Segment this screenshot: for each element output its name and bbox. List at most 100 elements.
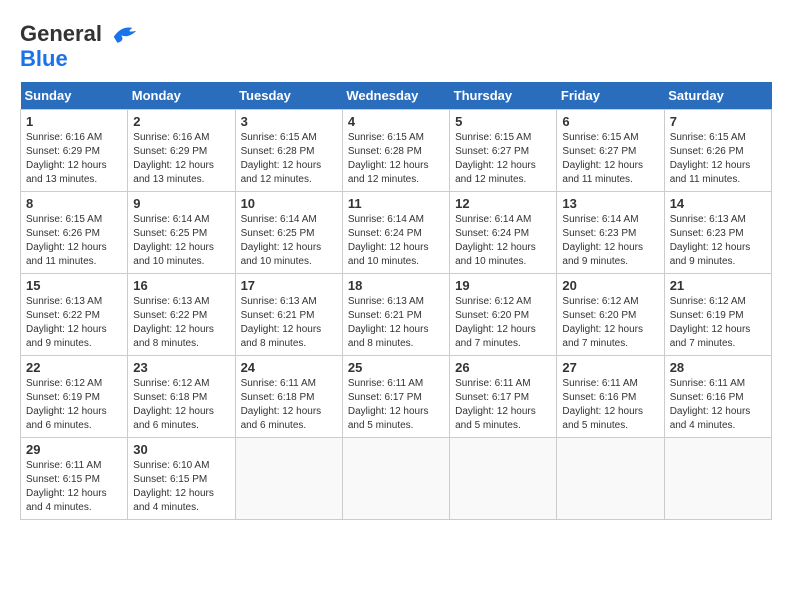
day-number: 13 <box>562 196 658 211</box>
calendar-day-cell: 11 Sunrise: 6:14 AMSunset: 6:24 PMDayligh… <box>342 192 449 274</box>
day-info: Sunrise: 6:12 AMSunset: 6:20 PMDaylight:… <box>455 295 551 351</box>
day-info: Sunrise: 6:16 AMSunset: 6:29 PMDaylight:… <box>26 131 122 187</box>
day-info: Sunrise: 6:11 AMSunset: 6:18 PMDaylight:… <box>241 377 337 433</box>
day-info: Sunrise: 6:13 AMSunset: 6:22 PMDaylight:… <box>133 295 229 351</box>
day-of-week-header: Saturday <box>664 82 771 110</box>
day-number: 20 <box>562 278 658 293</box>
day-number: 18 <box>348 278 444 293</box>
calendar-day-cell: 19 Sunrise: 6:12 AMSunset: 6:20 PMDayligh… <box>450 274 557 356</box>
day-info: Sunrise: 6:11 AMSunset: 6:16 PMDaylight:… <box>562 377 658 433</box>
day-number: 2 <box>133 114 229 129</box>
calendar-day-cell: 21 Sunrise: 6:12 AMSunset: 6:19 PMDayligh… <box>664 274 771 356</box>
calendar-day-cell: 28 Sunrise: 6:11 AMSunset: 6:16 PMDayligh… <box>664 356 771 438</box>
day-number: 3 <box>241 114 337 129</box>
day-number: 22 <box>26 360 122 375</box>
calendar-day-cell: 26 Sunrise: 6:11 AMSunset: 6:17 PMDayligh… <box>450 356 557 438</box>
day-number: 19 <box>455 278 551 293</box>
calendar-day-cell <box>557 438 664 520</box>
calendar-day-cell <box>235 438 342 520</box>
calendar-day-cell: 9 Sunrise: 6:14 AMSunset: 6:25 PMDaylight… <box>128 192 235 274</box>
day-number: 9 <box>133 196 229 211</box>
calendar-table: SundayMondayTuesdayWednesdayThursdayFrid… <box>20 82 772 520</box>
day-number: 7 <box>670 114 766 129</box>
calendar-day-cell: 17Sunrise: 6:13 AMSunset: 6:21 PMDayligh… <box>235 274 342 356</box>
day-number: 28 <box>670 360 766 375</box>
calendar-day-cell: 22 Sunrise: 6:12 AMSunset: 6:19 PMDayligh… <box>21 356 128 438</box>
calendar-day-cell: 27 Sunrise: 6:11 AMSunset: 6:16 PMDayligh… <box>557 356 664 438</box>
day-number: 1 <box>26 114 122 129</box>
day-info: Sunrise: 6:12 AMSunset: 6:19 PMDaylight:… <box>26 377 122 433</box>
day-of-week-header: Thursday <box>450 82 557 110</box>
day-of-week-header: Friday <box>557 82 664 110</box>
calendar-day-cell: 23Sunrise: 6:12 AMSunset: 6:18 PMDayligh… <box>128 356 235 438</box>
day-number: 4 <box>348 114 444 129</box>
calendar-day-cell: 14 Sunrise: 6:13 AMSunset: 6:23 PMDayligh… <box>664 192 771 274</box>
day-of-week-header: Tuesday <box>235 82 342 110</box>
calendar-week-row: 22 Sunrise: 6:12 AMSunset: 6:19 PMDayligh… <box>21 356 772 438</box>
day-number: 10 <box>241 196 337 211</box>
calendar-week-row: 1 Sunrise: 6:16 AMSunset: 6:29 PMDaylight… <box>21 110 772 192</box>
calendar-day-cell <box>664 438 771 520</box>
day-info: Sunrise: 6:16 AMSunset: 6:29 PMDaylight:… <box>133 131 229 187</box>
calendar-day-cell: 16 Sunrise: 6:13 AMSunset: 6:22 PMDayligh… <box>128 274 235 356</box>
logo-bird-icon <box>110 20 140 50</box>
calendar-day-cell: 8 Sunrise: 6:15 AMSunset: 6:26 PMDaylight… <box>21 192 128 274</box>
header-row: SundayMondayTuesdayWednesdayThursdayFrid… <box>21 82 772 110</box>
day-info: Sunrise: 6:13 AMSunset: 6:23 PMDaylight:… <box>670 213 766 269</box>
calendar-day-cell: 3 Sunrise: 6:15 AMSunset: 6:28 PMDaylight… <box>235 110 342 192</box>
calendar-day-cell <box>450 438 557 520</box>
day-number: 29 <box>26 442 122 457</box>
calendar-body: 1 Sunrise: 6:16 AMSunset: 6:29 PMDaylight… <box>21 110 772 520</box>
day-number: 26 <box>455 360 551 375</box>
day-info: Sunrise: 6:15 AMSunset: 6:27 PMDaylight:… <box>455 131 551 187</box>
day-number: 16 <box>133 278 229 293</box>
day-number: 30 <box>133 442 229 457</box>
day-number: 17 <box>241 278 337 293</box>
day-number: 24 <box>241 360 337 375</box>
day-info: Sunrise: 6:13 AMSunset: 6:22 PMDaylight:… <box>26 295 122 351</box>
calendar-day-cell: 20 Sunrise: 6:12 AMSunset: 6:20 PMDayligh… <box>557 274 664 356</box>
day-of-week-header: Monday <box>128 82 235 110</box>
calendar-day-cell: 24 Sunrise: 6:11 AMSunset: 6:18 PMDayligh… <box>235 356 342 438</box>
day-info: Sunrise: 6:14 AMSunset: 6:25 PMDaylight:… <box>133 213 229 269</box>
day-number: 27 <box>562 360 658 375</box>
day-info: Sunrise: 6:12 AMSunset: 6:20 PMDaylight:… <box>562 295 658 351</box>
day-info: Sunrise: 6:10 AMSunset: 6:15 PMDaylight:… <box>133 459 229 515</box>
calendar-week-row: 8 Sunrise: 6:15 AMSunset: 6:26 PMDaylight… <box>21 192 772 274</box>
day-number: 25 <box>348 360 444 375</box>
day-info: Sunrise: 6:15 AMSunset: 6:28 PMDaylight:… <box>241 131 337 187</box>
calendar-day-cell: 10Sunrise: 6:14 AMSunset: 6:25 PMDayligh… <box>235 192 342 274</box>
page-header: General Blue <box>20 20 772 72</box>
calendar-day-cell: 13 Sunrise: 6:14 AMSunset: 6:23 PMDayligh… <box>557 192 664 274</box>
calendar-day-cell: 6Sunrise: 6:15 AMSunset: 6:27 PMDaylight… <box>557 110 664 192</box>
day-info: Sunrise: 6:13 AMSunset: 6:21 PMDaylight:… <box>348 295 444 351</box>
day-info: Sunrise: 6:12 AMSunset: 6:19 PMDaylight:… <box>670 295 766 351</box>
day-info: Sunrise: 6:15 AMSunset: 6:26 PMDaylight:… <box>670 131 766 187</box>
day-number: 14 <box>670 196 766 211</box>
calendar-header: SundayMondayTuesdayWednesdayThursdayFrid… <box>21 82 772 110</box>
day-number: 12 <box>455 196 551 211</box>
day-of-week-header: Sunday <box>21 82 128 110</box>
day-info: Sunrise: 6:14 AMSunset: 6:24 PMDaylight:… <box>348 213 444 269</box>
day-info: Sunrise: 6:15 AMSunset: 6:26 PMDaylight:… <box>26 213 122 269</box>
day-number: 21 <box>670 278 766 293</box>
day-of-week-header: Wednesday <box>342 82 449 110</box>
logo: General Blue <box>20 20 140 72</box>
calendar-day-cell: 4 Sunrise: 6:15 AMSunset: 6:28 PMDaylight… <box>342 110 449 192</box>
day-info: Sunrise: 6:11 AMSunset: 6:17 PMDaylight:… <box>348 377 444 433</box>
day-number: 6 <box>562 114 658 129</box>
calendar-day-cell <box>342 438 449 520</box>
day-number: 11 <box>348 196 444 211</box>
calendar-day-cell: 15Sunrise: 6:13 AMSunset: 6:22 PMDayligh… <box>21 274 128 356</box>
day-number: 5 <box>455 114 551 129</box>
calendar-week-row: 15Sunrise: 6:13 AMSunset: 6:22 PMDayligh… <box>21 274 772 356</box>
day-info: Sunrise: 6:11 AMSunset: 6:16 PMDaylight:… <box>670 377 766 433</box>
calendar-day-cell: 30 Sunrise: 6:10 AMSunset: 6:15 PMDayligh… <box>128 438 235 520</box>
day-number: 8 <box>26 196 122 211</box>
calendar-week-row: 29Sunrise: 6:11 AMSunset: 6:15 PMDayligh… <box>21 438 772 520</box>
day-info: Sunrise: 6:15 AMSunset: 6:28 PMDaylight:… <box>348 131 444 187</box>
day-info: Sunrise: 6:14 AMSunset: 6:23 PMDaylight:… <box>562 213 658 269</box>
day-info: Sunrise: 6:11 AMSunset: 6:17 PMDaylight:… <box>455 377 551 433</box>
day-number: 23 <box>133 360 229 375</box>
calendar-day-cell: 25 Sunrise: 6:11 AMSunset: 6:17 PMDayligh… <box>342 356 449 438</box>
